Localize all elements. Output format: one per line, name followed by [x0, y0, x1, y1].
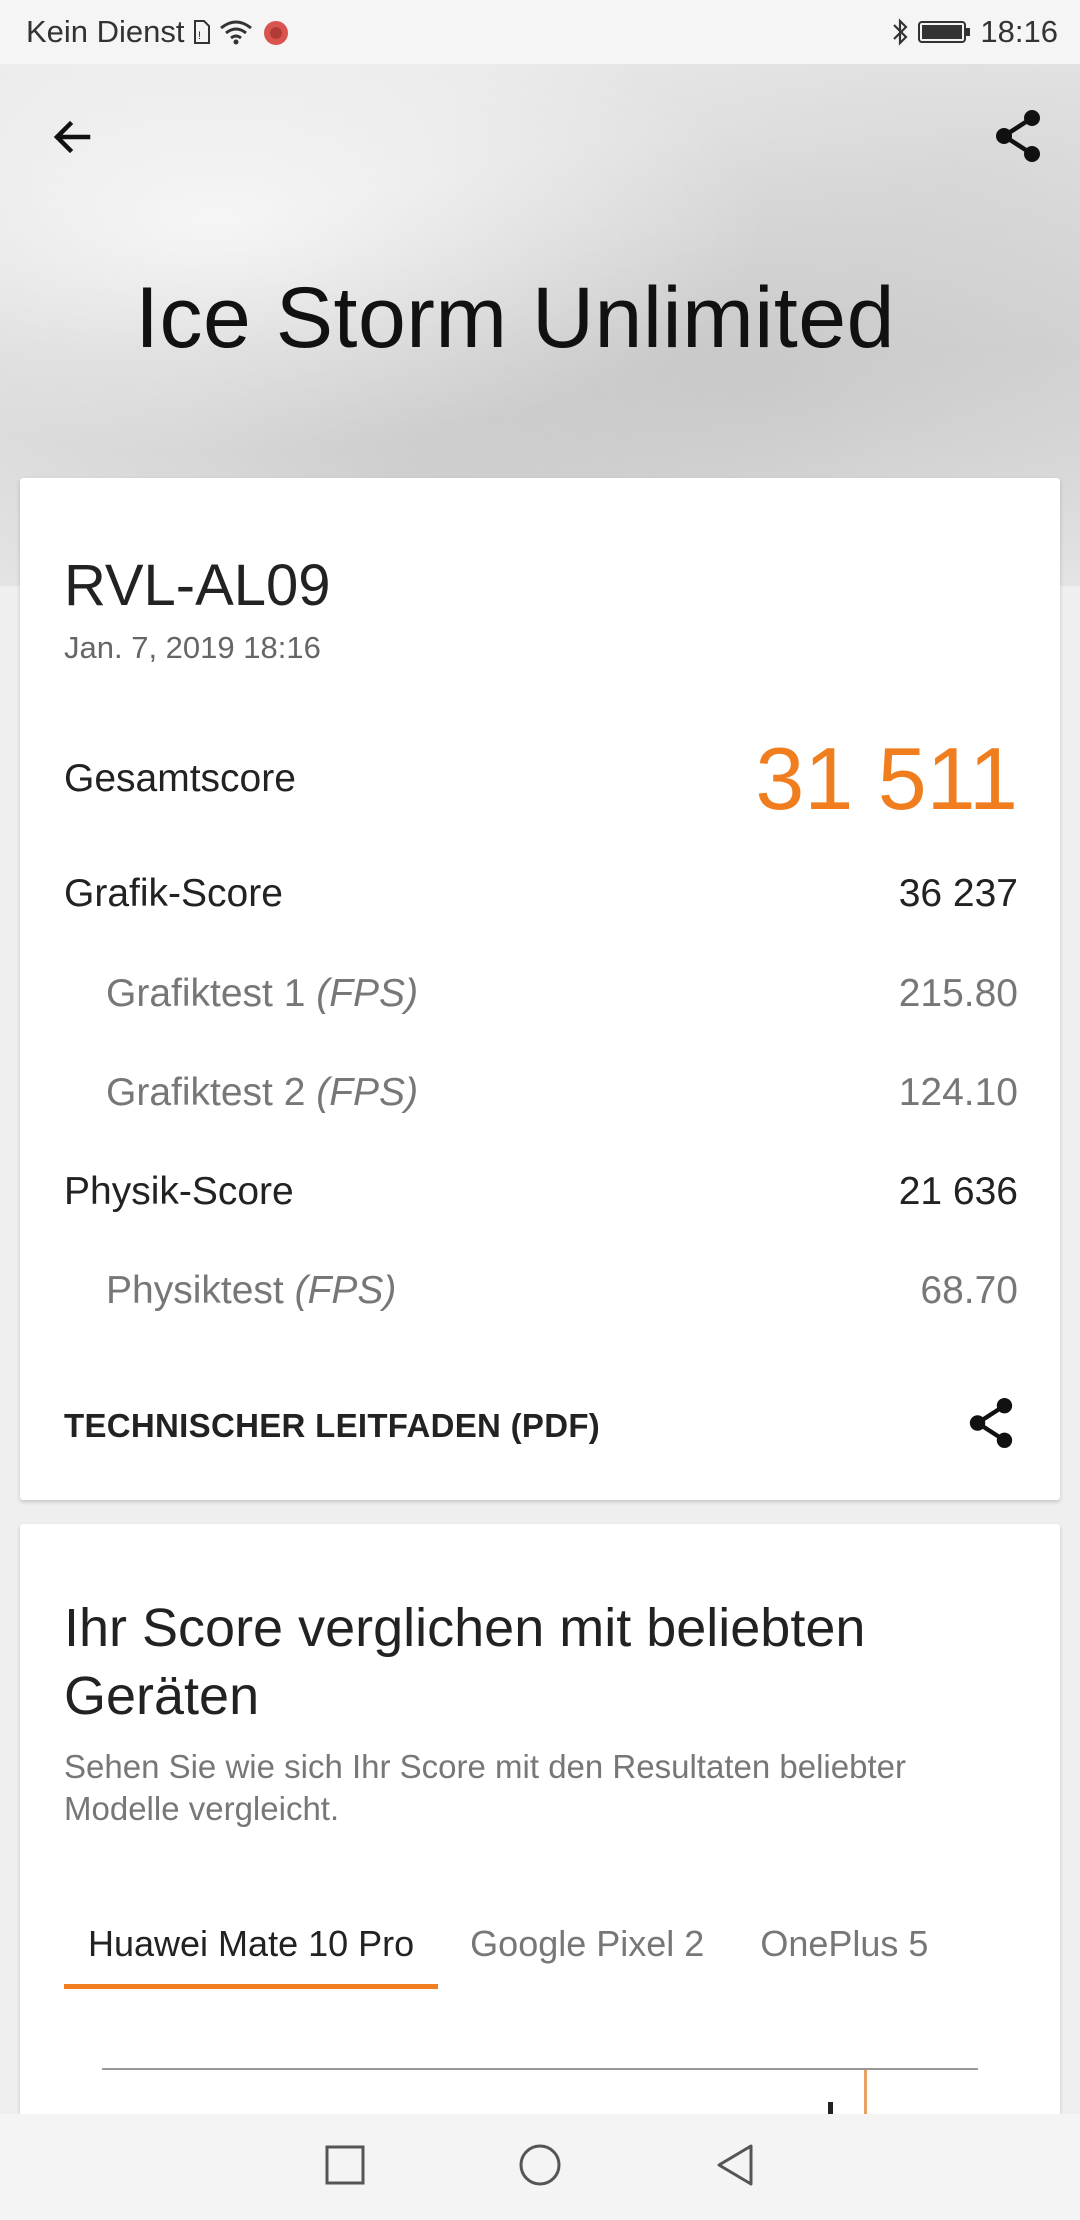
score-row: Physiktest (FPS) 68.70 — [64, 1269, 1018, 1313]
back-button[interactable] — [42, 109, 102, 169]
score-row: Grafiktest 2 (FPS) 124.10 — [64, 1071, 1018, 1115]
result-card: RVL-AL09 Jan. 7, 2019 18:16 Gesamtscore … — [20, 478, 1060, 1500]
score-value: 21 636 — [898, 1170, 1018, 1213]
status-bar-right: 18:16 — [890, 14, 1058, 50]
total-score-row: Gesamtscore 31 511 — [64, 728, 1018, 830]
clock-label: 18:16 — [980, 14, 1058, 49]
carrier-label: Kein Dienst — [26, 14, 185, 49]
tab-huawei-mate-10-pro[interactable]: Huawei Mate 10 Pro — [64, 1904, 439, 1989]
device-name: RVL-AL09 — [64, 553, 331, 618]
technical-guide-row[interactable]: TECHNISCHER LEITFADEN (PDF) — [64, 1396, 1016, 1455]
comparison-title: Ihr Score verglichen mit beliebten Gerät… — [64, 1598, 866, 1726]
technical-guide-link[interactable]: TECHNISCHER LEITFADEN (PDF) — [64, 1407, 600, 1445]
battery-icon — [918, 19, 972, 45]
score-row: Grafiktest 1 (FPS) 215.80 — [64, 972, 1018, 1016]
wifi-icon — [219, 19, 253, 45]
score-value: 124.10 — [898, 1071, 1018, 1114]
score-label: Physiktest (FPS) — [106, 1269, 397, 1312]
bluetooth-icon — [890, 17, 910, 47]
score-row: Grafik-Score 36 237 — [64, 872, 1018, 916]
result-date: Jan. 7, 2019 18:16 — [64, 630, 321, 665]
score-label: Grafiktest 1 (FPS) — [106, 972, 419, 1015]
device-tabs: Huawei Mate 10 Pro Google Pixel 2 OnePlu… — [64, 1904, 1016, 2010]
tab-oneplus-5[interactable]: OnePlus 5 — [736, 1904, 952, 1984]
comparison-chart-axis — [102, 2068, 978, 2070]
page-title: Ice Storm Unlimited — [135, 270, 895, 366]
tab-google-pixel-2[interactable]: Google Pixel 2 — [446, 1904, 728, 1984]
score-row: Physik-Score 21 636 — [64, 1170, 1018, 1214]
status-bar-left: Kein Dienst ! — [26, 14, 291, 50]
arrow-left-icon — [48, 113, 96, 166]
score-label: Grafiktest 2 (FPS) — [106, 1071, 419, 1114]
share-icon — [992, 108, 1044, 169]
score-label: Physik-Score — [64, 1170, 294, 1213]
comparison-subtitle: Sehen Sie wie sich Ihr Score mit den Res… — [64, 1748, 906, 1827]
back-triangle-icon[interactable] — [713, 2142, 757, 2193]
home-circle-icon[interactable] — [517, 2142, 563, 2193]
share-button[interactable] — [988, 108, 1048, 168]
total-score-label: Gesamtscore — [64, 757, 296, 800]
share-icon[interactable] — [966, 1396, 1016, 1455]
score-label: Grafik-Score — [64, 872, 283, 915]
navigation-bar — [0, 2114, 1080, 2220]
score-value: 36 237 — [898, 872, 1018, 915]
comparison-card: Ihr Score verglichen mit beliebten Gerät… — [20, 1524, 1060, 2124]
sim-icon: ! — [193, 19, 211, 45]
score-value: 215.80 — [898, 972, 1018, 1015]
score-value: 68.70 — [920, 1269, 1018, 1312]
total-score-value: 31 511 — [755, 729, 1018, 828]
status-bar: Kein Dienst ! 18:16 — [0, 0, 1080, 64]
recents-square-icon[interactable] — [323, 2143, 367, 2192]
svg-text:!: ! — [198, 30, 201, 42]
app-notification-icon — [261, 17, 291, 47]
